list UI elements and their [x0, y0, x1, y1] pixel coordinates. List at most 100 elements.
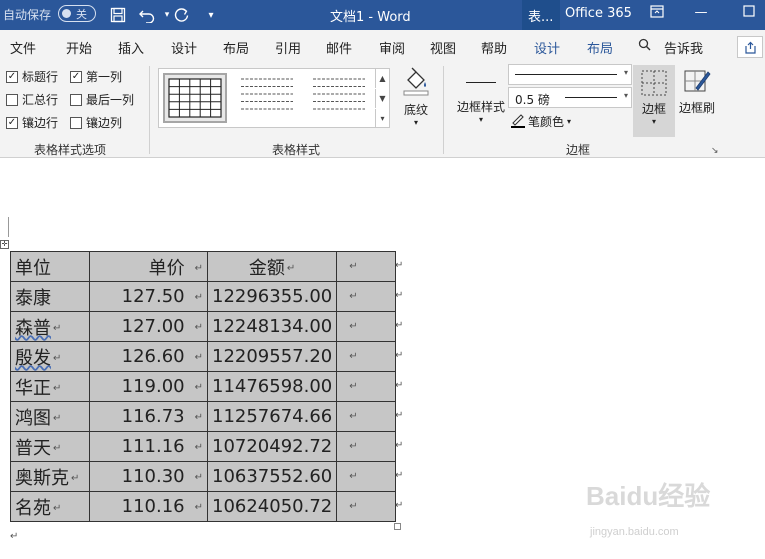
cell-mark-icon: ↵ [53, 323, 62, 334]
dialog-launcher-icon[interactable]: ↘ [711, 146, 719, 156]
maximize-icon[interactable] [739, 5, 759, 25]
data-table[interactable]: 单位 单价 ↵ 金额 ↵ ↵ 泰康 127.50 ↵ 12296355.00 ↵ 森普… [10, 251, 397, 522]
row-end-mark-icon: ↵ [395, 380, 404, 391]
autosave-toggle[interactable]: 关 [58, 5, 96, 22]
gallery-more-icon[interactable]: ▾ [375, 109, 389, 128]
checkbox-icon[interactable] [6, 93, 18, 106]
checkbox-header-row[interactable]: ✓ 标题行 [6, 68, 58, 85]
cell-mark-icon: ↵ [349, 351, 358, 362]
table-cell[interactable]: 119.00 ↵ [89, 371, 208, 402]
table-cell[interactable]: ↵ [336, 341, 397, 372]
border-painter-button[interactable]: 边框刷 [677, 66, 717, 116]
tab-insert[interactable]: 插入 [118, 38, 144, 57]
ribbon-display-icon[interactable] [647, 5, 667, 25]
table-cell[interactable]: 鸿图 ↵ [10, 401, 90, 432]
table-cell[interactable]: 普天 ↵ [10, 431, 90, 462]
table-cell[interactable]: 单价 ↵ [89, 251, 208, 282]
table-cell[interactable]: 10624050.72 [206, 491, 338, 522]
table-cell[interactable]: 12248134.00 [206, 311, 338, 342]
table-cell[interactable]: ↵ [336, 281, 397, 312]
line-style-dropdown[interactable]: ▾ [508, 64, 632, 85]
table-style-plain-2[interactable] [309, 73, 373, 123]
table-cell[interactable]: 110.30 ↵ [89, 461, 208, 492]
tab-table-design[interactable]: 设计 [534, 38, 561, 63]
table-cell[interactable]: 奥斯克 ↵ [10, 461, 90, 492]
tell-me-box[interactable]: 告诉我 [664, 38, 703, 57]
table-style-grid[interactable] [163, 73, 227, 123]
table-cell[interactable]: 127.00 ↵ [89, 311, 208, 342]
table-cell[interactable]: 110.16 ↵ [89, 491, 208, 522]
line-weight-value: 0.5 磅 [515, 93, 550, 107]
table-cell[interactable]: 华正 ↵ [10, 371, 90, 402]
checkbox-first-column[interactable]: ✓ 第一列 [70, 68, 122, 85]
share-button[interactable] [737, 36, 763, 58]
gallery-scroll-down-icon[interactable]: ▼ [375, 89, 389, 108]
cell-mark-icon: ↵ [194, 411, 203, 423]
tab-review[interactable]: 审阅 [379, 38, 405, 57]
customize-toolbar-icon[interactable]: ▾ [200, 4, 222, 26]
table-cell[interactable]: 10637552.60 [206, 461, 338, 492]
table-cell[interactable]: 12209557.20 [206, 341, 338, 372]
checkbox-icon[interactable] [70, 93, 82, 106]
table-cell[interactable]: 10720492.72 [206, 431, 338, 462]
group-label-borders: 边框 [566, 143, 591, 157]
table-move-handle-icon[interactable]: ✛ [0, 240, 9, 249]
save-icon[interactable] [107, 4, 129, 26]
tab-file[interactable]: 文件 [10, 38, 36, 57]
tab-home[interactable]: 开始 [66, 38, 92, 57]
table-cell[interactable]: ↵ [336, 251, 397, 282]
table-cell[interactable]: 111.16 ↵ [89, 431, 208, 462]
table-row: 泰康 127.50 ↵ 12296355.00 ↵ [10, 281, 397, 312]
minimize-icon[interactable]: — [691, 5, 711, 25]
cell-price: 126.60 [121, 346, 185, 367]
tab-references[interactable]: 引用 [275, 38, 301, 57]
pen-color-button[interactable]: 笔颜色 ▾ [510, 112, 571, 131]
table-cell[interactable]: 126.60 ↵ [89, 341, 208, 372]
table-cell[interactable]: ↵ [336, 491, 397, 522]
borders-button[interactable]: 边框 ▾ [633, 65, 675, 137]
table-cell[interactable]: 名苑 ↵ [10, 491, 90, 522]
table-cell[interactable]: 殷发 ↵ [10, 341, 90, 372]
cell-mark-icon: ↵ [349, 291, 358, 302]
table-resize-handle[interactable] [394, 523, 401, 530]
table-cell[interactable]: 12296355.00 [206, 281, 338, 312]
table-styles-gallery[interactable]: ▲ ▼ ▾ [158, 68, 390, 128]
table-cell[interactable]: ↵ [336, 371, 397, 402]
table-cell[interactable]: ↵ [336, 311, 397, 342]
table-cell[interactable]: ↵ [336, 431, 397, 462]
cell-mark-icon: ↵ [53, 413, 62, 424]
checkbox-icon[interactable]: ✓ [6, 116, 18, 129]
search-icon[interactable] [638, 38, 651, 55]
checkbox-icon[interactable] [70, 116, 82, 129]
table-cell[interactable]: 116.73 ↵ [89, 401, 208, 432]
table-cell[interactable]: 森普 ↵ [10, 311, 90, 342]
checkbox-banded-columns[interactable]: 镶边列 [70, 114, 122, 131]
cell-mark-icon: ↵ [349, 501, 358, 512]
tab-layout[interactable]: 布局 [223, 38, 249, 57]
tab-design[interactable]: 设计 [171, 38, 197, 57]
table-cell[interactable]: 11476598.00 [206, 371, 338, 402]
table-cell[interactable]: 11257674.66 [206, 401, 338, 432]
checkbox-icon[interactable]: ✓ [6, 70, 18, 83]
redo-icon[interactable] [171, 4, 193, 26]
tab-view[interactable]: 视图 [430, 38, 456, 57]
checkbox-total-row[interactable]: 汇总行 [6, 91, 58, 108]
checkbox-banded-rows[interactable]: ✓ 镶边行 [6, 114, 58, 131]
tab-help[interactable]: 帮助 [481, 38, 507, 57]
tab-table-layout[interactable]: 布局 [587, 38, 613, 57]
line-weight-dropdown[interactable]: 0.5 磅 ▾ [508, 87, 632, 108]
checkbox-icon[interactable]: ✓ [70, 70, 82, 83]
gallery-scroll-up-icon[interactable]: ▲ [375, 69, 389, 88]
table-cell[interactable]: 单位 [10, 251, 90, 282]
cell-unit: 华正 [15, 377, 51, 399]
table-cell[interactable]: 金额 ↵ [206, 251, 338, 282]
table-cell[interactable]: ↵ [336, 401, 397, 432]
border-styles-button[interactable]: 边框样式 ▾ [453, 98, 509, 124]
table-style-plain-1[interactable] [237, 73, 301, 123]
table-cell[interactable]: 127.50 ↵ [89, 281, 208, 312]
tab-mailings[interactable]: 邮件 [326, 38, 352, 57]
shading-button[interactable]: 底纹 ▾ [398, 66, 434, 127]
table-cell[interactable]: ↵ [336, 461, 397, 492]
table-cell[interactable]: 泰康 [10, 281, 90, 312]
checkbox-last-column[interactable]: 最后一列 [70, 91, 134, 108]
